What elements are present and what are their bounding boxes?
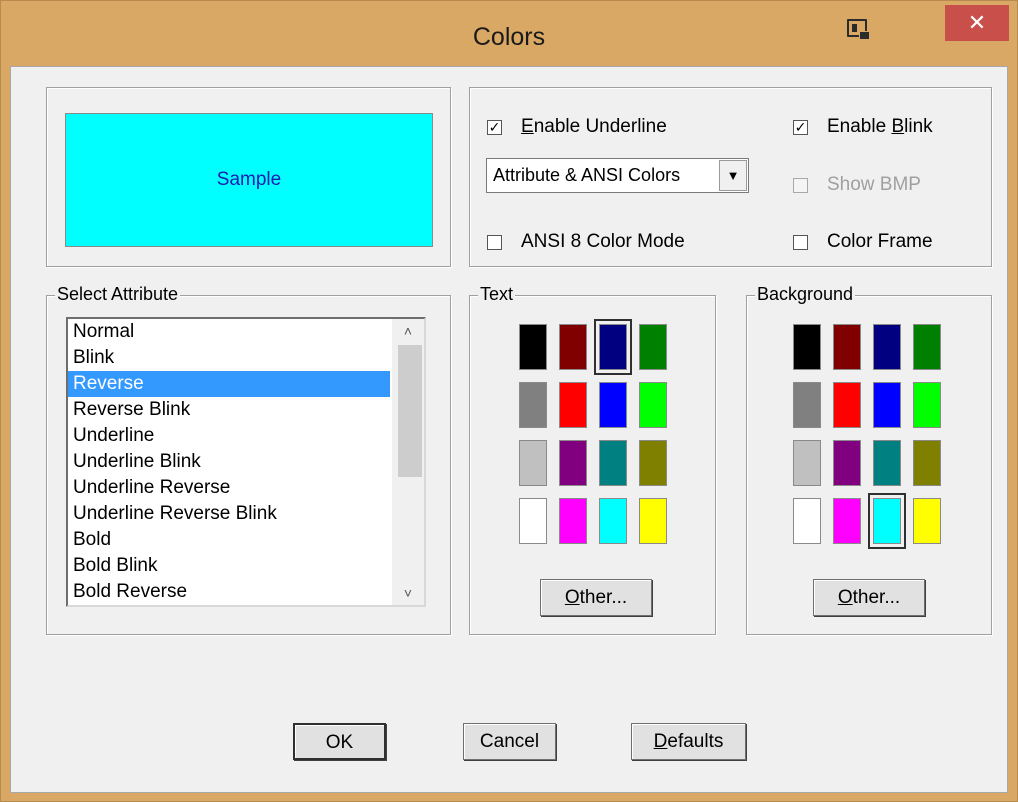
vertical-scrollbar[interactable]: ˄ ˅ xyxy=(392,319,424,605)
ansi-8-color-mode-label: ANSI 8 Color Mode xyxy=(521,231,685,252)
list-item[interactable]: Bold Blink xyxy=(68,553,390,579)
color-swatch[interactable] xyxy=(913,382,941,428)
attribute-listbox[interactable]: Normal Blink Reverse Reverse Blink Underline… xyxy=(66,317,426,607)
color-swatch[interactable] xyxy=(873,382,901,428)
color-swatch[interactable] xyxy=(559,498,587,544)
chevron-down-icon[interactable]: ▼ xyxy=(719,160,747,191)
color-swatch[interactable] xyxy=(519,498,547,544)
sample-preview: Sample xyxy=(65,113,433,247)
color-swatch[interactable] xyxy=(913,324,941,370)
color-frame-checkbox[interactable]: Color Frame xyxy=(793,231,933,253)
list-item[interactable]: Normal xyxy=(68,319,390,345)
dialog-client-area: Sample ✓ Enable Underline ✓ Enable Blink… xyxy=(10,66,1008,793)
window-restore-icon[interactable] xyxy=(847,19,870,40)
color-swatch[interactable] xyxy=(793,382,821,428)
scroll-down-icon[interactable]: ˅ xyxy=(392,581,424,605)
color-swatch[interactable] xyxy=(873,440,901,486)
checkbox-empty-icon[interactable] xyxy=(487,234,502,250)
sample-group: Sample xyxy=(46,87,451,267)
color-swatch[interactable] xyxy=(833,498,861,544)
enable-blink-label: Enable Blink xyxy=(827,116,933,137)
title-bar[interactable]: Colors ✕ xyxy=(1,1,1017,71)
list-item[interactable]: Underline Reverse xyxy=(68,475,390,501)
show-bmp-checkbox: Show BMP xyxy=(793,174,921,196)
defaults-button[interactable]: Defaults xyxy=(631,723,746,760)
close-icon[interactable]: ✕ xyxy=(945,5,1009,41)
color-swatch[interactable] xyxy=(639,324,667,370)
colors-dialog: Colors ✕ Sample ✓ Enable Underline ✓ Ena… xyxy=(0,0,1018,802)
list-item[interactable]: Blink xyxy=(68,345,390,371)
color-swatch[interactable] xyxy=(559,382,587,428)
checkbox-empty-icon xyxy=(793,177,808,193)
cancel-button[interactable]: Cancel xyxy=(463,723,556,760)
color-swatch[interactable] xyxy=(519,324,547,370)
color-mode-combobox[interactable]: Attribute & ANSI Colors ▼ xyxy=(486,158,749,193)
checkmark-icon[interactable]: ✓ xyxy=(487,119,502,135)
color-swatch[interactable] xyxy=(873,324,901,370)
color-swatch[interactable] xyxy=(559,440,587,486)
scroll-up-icon[interactable]: ˄ xyxy=(392,319,424,343)
show-bmp-label: Show BMP xyxy=(827,174,921,195)
ansi-8-color-mode-checkbox[interactable]: ANSI 8 Color Mode xyxy=(487,231,685,253)
list-item[interactable]: Underline Blink xyxy=(68,449,390,475)
color-swatch[interactable] xyxy=(639,498,667,544)
enable-blink-checkbox[interactable]: ✓ Enable Blink xyxy=(793,116,933,138)
background-other-button[interactable]: Other... xyxy=(813,579,925,616)
color-swatch[interactable] xyxy=(833,382,861,428)
color-swatch[interactable] xyxy=(599,498,627,544)
color-swatch[interactable] xyxy=(833,324,861,370)
enable-underline-label: Enable Underline xyxy=(521,116,667,137)
color-frame-label: Color Frame xyxy=(827,231,933,252)
select-attribute-label: Select Attribute xyxy=(55,283,181,305)
color-swatch[interactable] xyxy=(793,324,821,370)
color-swatch[interactable] xyxy=(599,440,627,486)
color-swatch[interactable] xyxy=(793,498,821,544)
color-swatch[interactable] xyxy=(793,440,821,486)
list-item[interactable]: Reverse xyxy=(68,371,390,397)
color-swatch[interactable] xyxy=(519,382,547,428)
attribute-list: Normal Blink Reverse Reverse Blink Underline… xyxy=(68,319,424,605)
background-color-label: Background xyxy=(755,283,856,305)
color-swatch[interactable] xyxy=(594,319,632,375)
scroll-thumb[interactable] xyxy=(398,345,422,477)
list-item[interactable]: Bold Reverse xyxy=(68,579,390,605)
list-item[interactable]: Underline Reverse Blink xyxy=(68,501,390,527)
color-swatch[interactable] xyxy=(559,324,587,370)
text-color-label: Text xyxy=(478,283,516,305)
enable-underline-checkbox[interactable]: ✓ Enable Underline xyxy=(487,116,667,138)
color-swatch[interactable] xyxy=(913,498,941,544)
checkmark-icon[interactable]: ✓ xyxy=(793,119,808,135)
color-swatch[interactable] xyxy=(913,440,941,486)
color-swatch[interactable] xyxy=(639,382,667,428)
list-item[interactable]: Bold xyxy=(68,527,390,553)
list-item[interactable]: Underline xyxy=(68,423,390,449)
color-swatch[interactable] xyxy=(868,493,906,549)
color-swatch[interactable] xyxy=(599,382,627,428)
text-other-button[interactable]: Other... xyxy=(540,579,652,616)
color-swatch[interactable] xyxy=(833,440,861,486)
list-item[interactable]: Reverse Blink xyxy=(68,397,390,423)
checkbox-empty-icon[interactable] xyxy=(793,234,808,250)
color-swatch[interactable] xyxy=(639,440,667,486)
color-swatch[interactable] xyxy=(519,440,547,486)
color-mode-value: Attribute & ANSI Colors xyxy=(493,165,681,185)
ok-button[interactable]: OK xyxy=(293,723,386,760)
